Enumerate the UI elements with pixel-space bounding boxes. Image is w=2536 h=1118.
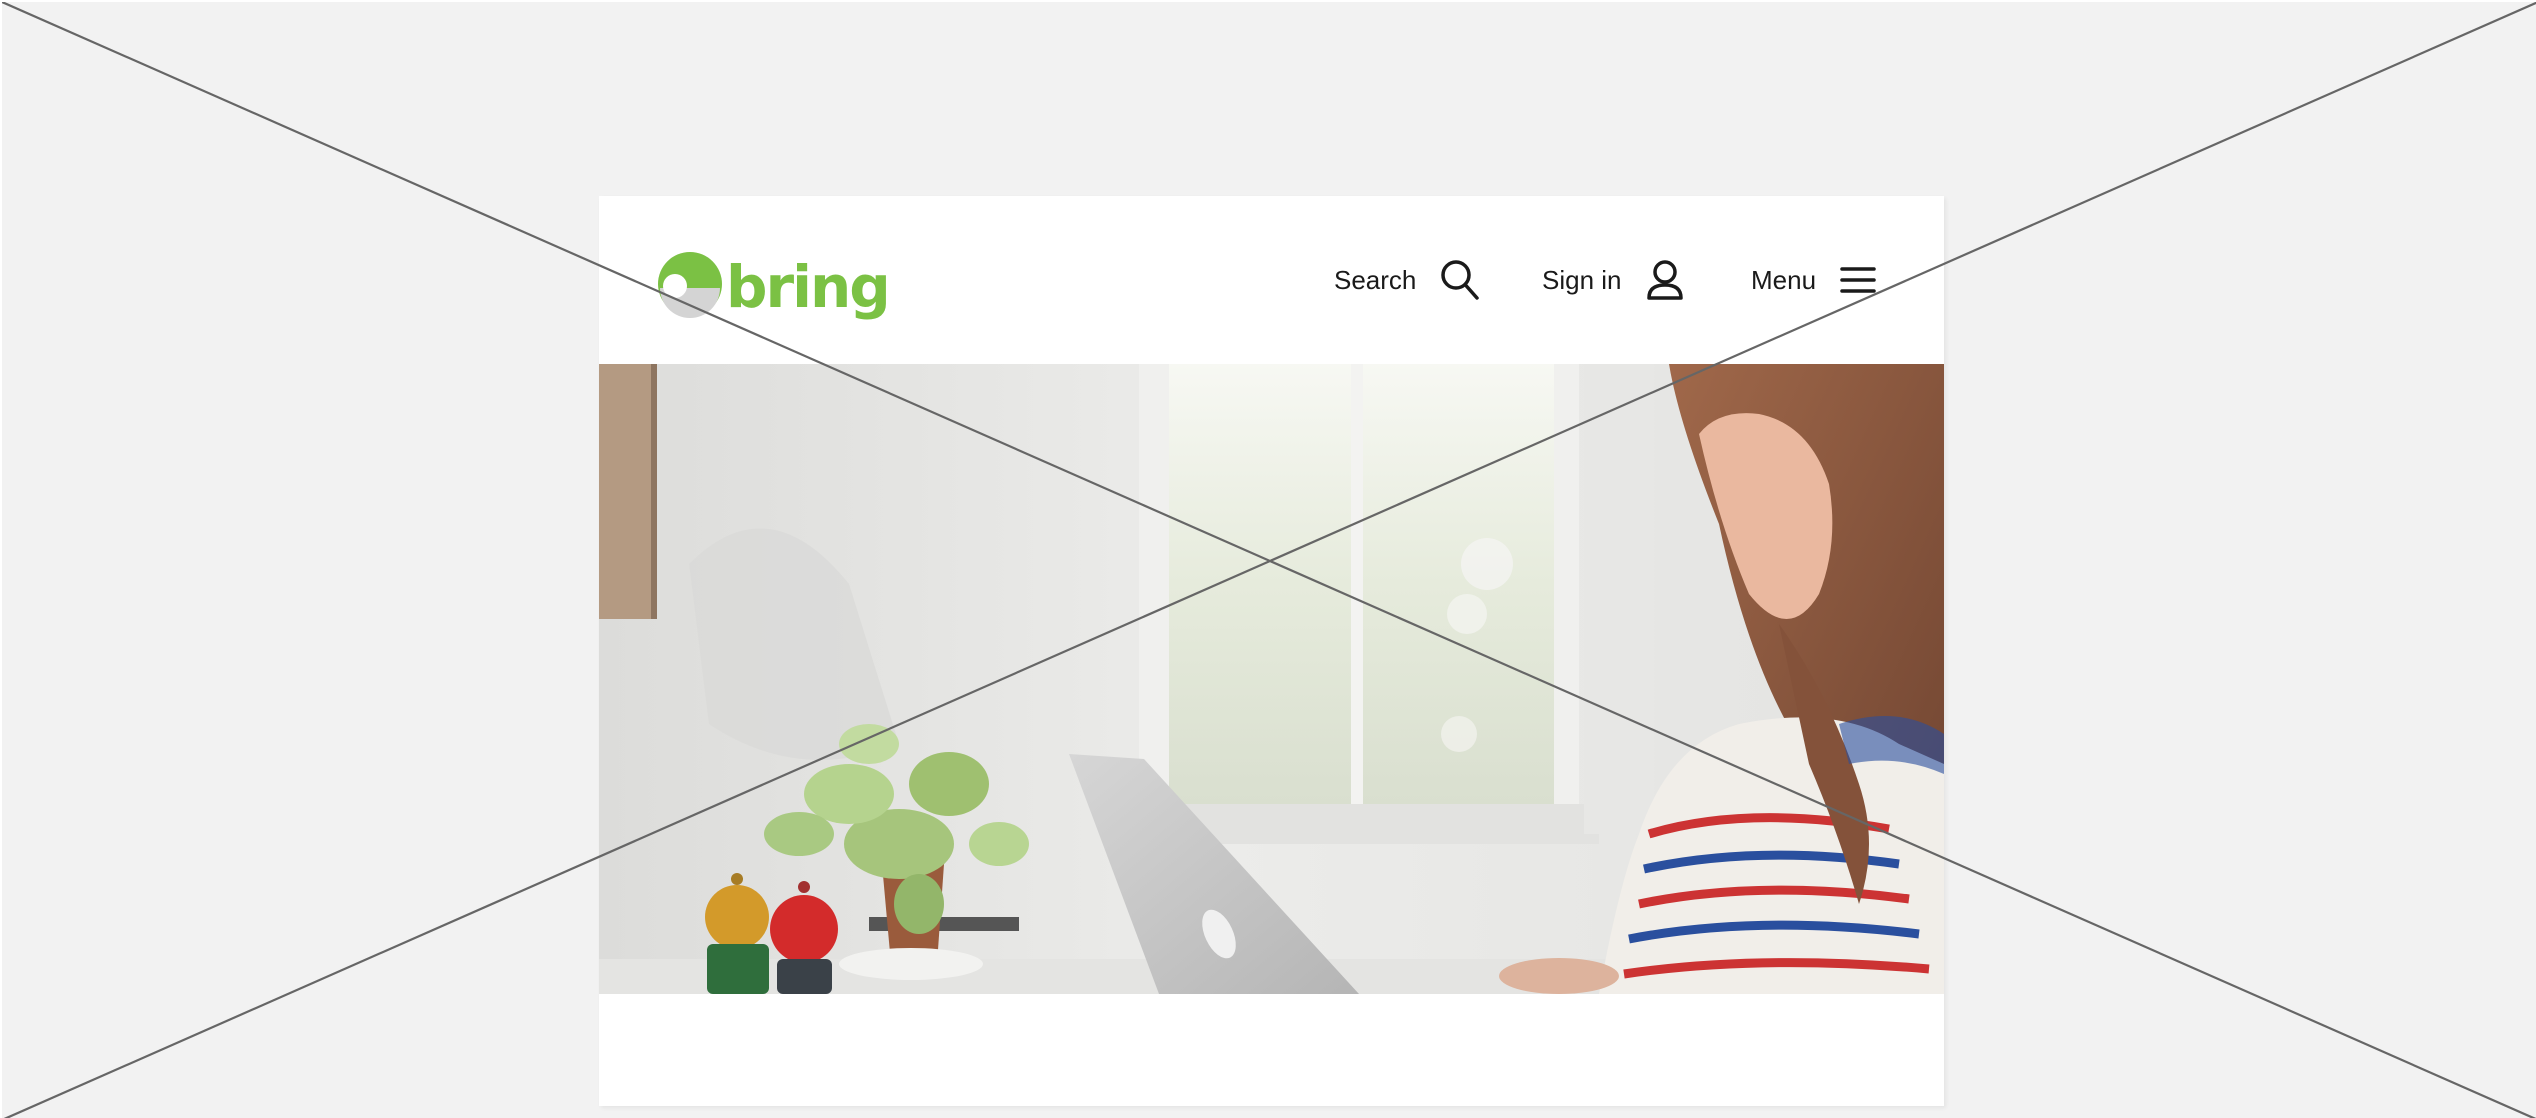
hero-image (599, 364, 1944, 994)
bring-logo-icon (658, 252, 722, 318)
sign-in-button[interactable]: Sign in (1542, 256, 1684, 304)
search-icon (1441, 260, 1480, 300)
logo-link[interactable]: bring (656, 242, 891, 321)
search-button[interactable]: Search (1334, 256, 1480, 304)
user-icon (1646, 260, 1683, 300)
sign-in-label: Sign in (1542, 265, 1622, 295)
hero-photo-illustration (599, 364, 1944, 994)
logo-wordmark: bring (726, 253, 891, 321)
site-header: bring Search Sign in Menu (599, 196, 1944, 364)
menu-label: Menu (1751, 265, 1817, 295)
page-canvas: bring Search Sign in Menu (0, 0, 2536, 1118)
hamburger-menu-icon (1840, 267, 1876, 293)
menu-button[interactable]: Menu (1751, 256, 1876, 304)
page-card: bring Search Sign in Menu (599, 196, 1944, 1106)
search-label: Search (1334, 265, 1417, 295)
